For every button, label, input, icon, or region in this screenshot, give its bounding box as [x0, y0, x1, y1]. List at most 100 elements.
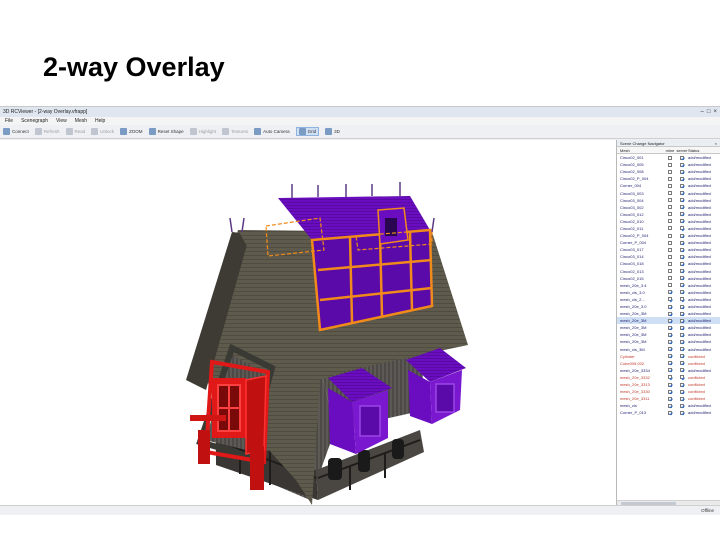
server-checkbox[interactable]: [680, 162, 684, 167]
table-row[interactable]: mesh_20e_3332 conflicted: [617, 374, 720, 381]
server-checkbox[interactable]: [680, 240, 684, 245]
mine-checkbox[interactable]: [668, 325, 672, 330]
table-row[interactable]: mesh_20e_3330 conflicted: [617, 388, 720, 395]
server-checkbox[interactable]: [680, 297, 684, 302]
mine-checkbox[interactable]: [668, 233, 672, 238]
table-row[interactable]: Corner_004 add/modified: [617, 182, 720, 189]
table-row[interactable]: mesh_20e_3313 conflicted: [617, 381, 720, 388]
header-status[interactable]: Status: [688, 148, 720, 153]
grid-button[interactable]: Grid: [295, 127, 320, 136]
mine-checkbox[interactable]: [668, 347, 672, 352]
server-checkbox[interactable]: [680, 283, 684, 288]
table-row[interactable]: Cinco03_018 add/modified: [617, 260, 720, 267]
menu-item-help[interactable]: Help: [95, 118, 105, 124]
server-checkbox[interactable]: [680, 339, 684, 344]
mine-checkbox[interactable]: [668, 240, 672, 245]
mine-checkbox[interactable]: [668, 269, 672, 274]
mine-checkbox[interactable]: [668, 162, 672, 167]
mine-checkbox[interactable]: [668, 226, 672, 231]
mine-checkbox[interactable]: [668, 198, 672, 203]
menu-item-scenegraph[interactable]: Scenegraph: [21, 118, 48, 124]
table-row[interactable]: mesh_20e_3.0 add/modified: [617, 303, 720, 310]
mine-checkbox[interactable]: [668, 311, 672, 316]
auto-camera-button[interactable]: Auto Camera: [254, 128, 290, 135]
server-checkbox[interactable]: [680, 191, 684, 196]
table-row[interactable]: Cinco03_014 add/modified: [617, 253, 720, 260]
table-row[interactable]: Cinco02_001 add/modified: [617, 154, 720, 161]
unlock-button[interactable]: Unlock: [91, 128, 114, 135]
mine-checkbox[interactable]: [668, 304, 672, 309]
server-checkbox[interactable]: [680, 226, 684, 231]
menu-item-file[interactable]: File: [5, 118, 13, 124]
mine-checkbox[interactable]: [668, 297, 672, 302]
table-row[interactable]: Cinco03_012 add/modified: [617, 211, 720, 218]
table-row[interactable]: Cinco03_004 add/modified: [617, 197, 720, 204]
mine-checkbox[interactable]: [668, 183, 672, 188]
mine-checkbox[interactable]: [668, 410, 672, 415]
mine-checkbox[interactable]: [668, 169, 672, 174]
mine-checkbox[interactable]: [668, 403, 672, 408]
table-row[interactable]: Cinco02_008 add/modified: [617, 168, 720, 175]
textures-button[interactable]: Textures: [222, 128, 248, 135]
panel-close-button[interactable]: ×: [715, 141, 720, 146]
read-button[interactable]: Read: [65, 128, 85, 135]
server-checkbox[interactable]: [680, 276, 684, 281]
connect-button[interactable]: Connect: [3, 128, 29, 135]
mine-checkbox[interactable]: [668, 396, 672, 401]
server-checkbox[interactable]: [680, 269, 684, 274]
table-row[interactable]: mesh_cls add/modified: [617, 402, 720, 409]
table-row[interactable]: Cinco02_P_004 add/modified: [617, 175, 720, 182]
table-row[interactable]: mesh_cls_3.0 add/modified: [617, 289, 720, 296]
3d-button[interactable]: 3D: [325, 128, 340, 135]
mine-checkbox[interactable]: [668, 212, 672, 217]
server-checkbox[interactable]: [680, 254, 684, 259]
mine-checkbox[interactable]: [668, 290, 672, 295]
table-row[interactable]: Cinco02_011 add/modified: [617, 225, 720, 232]
mine-checkbox[interactable]: [668, 318, 672, 323]
table-row[interactable]: Cinco02_005 add/modified: [617, 161, 720, 168]
table-row[interactable]: Corner_P_004 add/modified: [617, 239, 720, 246]
mine-checkbox[interactable]: [668, 205, 672, 210]
table-row[interactable]: mesh_20e_3.4 add/modified: [617, 282, 720, 289]
server-checkbox[interactable]: [680, 396, 684, 401]
zoom-button[interactable]: ZOOM: [120, 128, 143, 135]
server-checkbox[interactable]: [680, 304, 684, 309]
server-checkbox[interactable]: [680, 318, 684, 323]
table-row[interactable]: mesh_20e_3M add/modified: [617, 317, 720, 325]
mine-checkbox[interactable]: [668, 191, 672, 196]
mine-checkbox[interactable]: [668, 354, 672, 359]
server-checkbox[interactable]: [680, 361, 684, 366]
server-checkbox[interactable]: [680, 233, 684, 238]
table-row[interactable]: mesh_cls_2... add/modified: [617, 296, 720, 303]
mine-checkbox[interactable]: [668, 361, 672, 366]
table-row[interactable]: Cinco03_017 add/modified: [617, 246, 720, 253]
server-checkbox[interactable]: [680, 261, 684, 266]
mine-checkbox[interactable]: [668, 276, 672, 281]
table-row[interactable]: Cinco02_015 add/modified: [617, 275, 720, 282]
mine-checkbox[interactable]: [668, 375, 672, 380]
server-checkbox[interactable]: [680, 347, 684, 352]
table-row[interactable]: Cinco02_013 add/modified: [617, 268, 720, 275]
server-checkbox[interactable]: [680, 183, 684, 188]
server-checkbox[interactable]: [680, 332, 684, 337]
3d-viewport[interactable]: [0, 140, 616, 505]
table-row[interactable]: Corner_P_013 add/modified: [617, 409, 720, 416]
mine-checkbox[interactable]: [668, 283, 672, 288]
table-row[interactable]: mesh_cls_3M add/modified: [617, 346, 720, 353]
server-checkbox[interactable]: [680, 368, 684, 373]
mine-checkbox[interactable]: [668, 389, 672, 394]
mine-checkbox[interactable]: [668, 254, 672, 259]
menu-item-mesh[interactable]: Mesh: [75, 118, 87, 124]
reset-shape-button[interactable]: Reset Shape: [148, 128, 184, 135]
mine-checkbox[interactable]: [668, 382, 672, 387]
table-row[interactable]: mesh_20e_3M add/modified: [617, 310, 720, 317]
refresh-button[interactable]: Refresh: [34, 128, 60, 135]
server-checkbox[interactable]: [680, 205, 684, 210]
table-row[interactable]: Cinco02_P_004 add/modified: [617, 232, 720, 239]
highlight-button[interactable]: Highlight: [189, 128, 216, 135]
mine-checkbox[interactable]: [668, 339, 672, 344]
table-row[interactable]: Cinco03_003 add/modified: [617, 189, 720, 196]
server-checkbox[interactable]: [680, 410, 684, 415]
server-checkbox[interactable]: [680, 219, 684, 224]
menu-item-view[interactable]: View: [56, 118, 67, 124]
